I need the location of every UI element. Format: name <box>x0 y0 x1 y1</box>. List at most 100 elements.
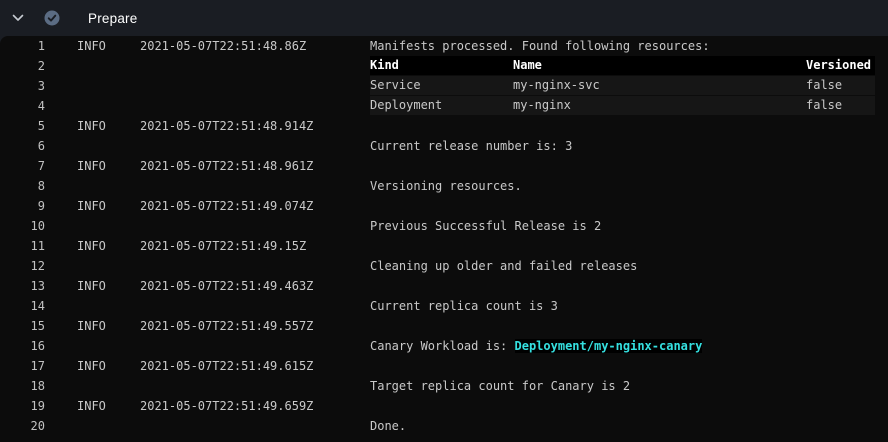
log-message <box>370 116 888 136</box>
log-timestamp: 2021-05-07T22:51:49.15Z <box>140 236 370 256</box>
resource-table-row: Service my-nginx-svc false <box>370 76 875 95</box>
log-level: INFO <box>77 396 140 416</box>
log-line: 14 Current replica count is 3 <box>0 296 888 316</box>
canary-workload-link[interactable]: Deployment/my-nginx-canary <box>515 339 703 353</box>
log-line: 3 Service my-nginx-svc false <box>0 76 888 96</box>
log-line: 17 INFO 2021-05-07T22:51:49.615Z <box>0 356 888 376</box>
log-level: INFO <box>77 356 140 376</box>
log-timestamp: 2021-05-07T22:51:49.659Z <box>140 396 370 416</box>
line-number[interactable]: 5 <box>0 116 45 136</box>
log-level: INFO <box>77 196 140 216</box>
log-timestamp: 2021-05-07T22:51:49.615Z <box>140 356 370 376</box>
name-header: Name <box>513 56 806 75</box>
log-line: 12 Cleaning up older and failed releases <box>0 256 888 276</box>
line-number[interactable]: 8 <box>0 176 45 196</box>
log-message-prefix: Canary Workload is: <box>370 339 515 353</box>
resource-table-row: Deployment my-nginx false <box>370 96 875 115</box>
log-message: Current replica count is 3 <box>370 296 888 316</box>
log-timestamp <box>140 336 370 356</box>
log-timestamp <box>140 256 370 276</box>
line-number[interactable]: 14 <box>0 296 45 316</box>
line-number[interactable]: 4 <box>0 96 45 116</box>
log-message: Current release number is: 3 <box>370 136 888 156</box>
log-level <box>77 136 140 156</box>
log-line: 19 INFO 2021-05-07T22:51:49.659Z <box>0 396 888 416</box>
log-message: Cleaning up older and failed releases <box>370 256 888 276</box>
log-timestamp <box>140 216 370 236</box>
log-message <box>370 316 888 336</box>
line-number[interactable]: 7 <box>0 156 45 176</box>
line-number[interactable]: 18 <box>0 376 45 396</box>
log-level: INFO <box>77 156 140 176</box>
kind-cell: Service <box>370 76 513 95</box>
versioned-header: Versioned <box>806 56 875 75</box>
line-number[interactable]: 19 <box>0 396 45 416</box>
log-level <box>77 376 140 396</box>
log-message <box>370 236 888 256</box>
log-line: 13 INFO 2021-05-07T22:51:49.463Z <box>0 276 888 296</box>
log-message: Versioning resources. <box>370 176 888 196</box>
log-level <box>77 216 140 236</box>
kind-header: Kind <box>370 56 513 75</box>
log-timestamp <box>140 176 370 196</box>
log-level <box>77 296 140 316</box>
line-number[interactable]: 9 <box>0 196 45 216</box>
kind-cell: Deployment <box>370 96 513 115</box>
log-line: 8 Versioning resources. <box>0 176 888 196</box>
log-timestamp: 2021-05-07T22:51:48.914Z <box>140 116 370 136</box>
log-console[interactable]: 1 INFO 2021-05-07T22:51:48.86Z Manifests… <box>0 36 888 442</box>
line-number[interactable]: 13 <box>0 276 45 296</box>
log-message <box>370 276 888 296</box>
log-timestamp <box>140 136 370 156</box>
log-line: 5 INFO 2021-05-07T22:51:48.914Z <box>0 116 888 136</box>
log-message: Previous Successful Release is 2 <box>370 216 888 236</box>
log-level <box>77 336 140 356</box>
line-number[interactable]: 3 <box>0 76 45 96</box>
line-number[interactable]: 15 <box>0 316 45 336</box>
log-line: 1 INFO 2021-05-07T22:51:48.86Z Manifests… <box>0 36 888 56</box>
check-circle-icon <box>44 10 60 26</box>
line-number[interactable]: 6 <box>0 136 45 156</box>
log-line: 18 Target replica count for Canary is 2 <box>0 376 888 396</box>
log-line: 16 Canary Workload is: Deployment/my-ngi… <box>0 336 888 356</box>
name-cell: my-nginx <box>513 96 806 115</box>
log-timestamp: 2021-05-07T22:51:49.074Z <box>140 196 370 216</box>
step-title: Prepare <box>88 11 137 26</box>
line-number[interactable]: 16 <box>0 336 45 356</box>
log-line: 4 Deployment my-nginx false <box>0 96 888 116</box>
log-timestamp <box>140 296 370 316</box>
log-timestamp <box>140 376 370 396</box>
log-line: 2 Kind Name Versioned <box>0 56 888 76</box>
log-line: 6 Current release number is: 3 <box>0 136 888 156</box>
line-number[interactable]: 11 <box>0 236 45 256</box>
log-message <box>370 196 888 216</box>
line-number[interactable]: 2 <box>0 56 45 76</box>
log-line: 20 Done. <box>0 416 888 436</box>
log-level <box>77 416 140 436</box>
log-message: Manifests processed. Found following res… <box>370 36 888 56</box>
versioned-cell: false <box>806 76 875 95</box>
log-message <box>370 356 888 376</box>
log-level: INFO <box>77 276 140 296</box>
log-level: INFO <box>77 316 140 336</box>
log-level <box>77 256 140 276</box>
line-number[interactable]: 1 <box>0 36 45 56</box>
log-timestamp: 2021-05-07T22:51:49.463Z <box>140 276 370 296</box>
name-cell: my-nginx-svc <box>513 76 806 95</box>
log-message <box>370 396 888 416</box>
line-number[interactable]: 20 <box>0 416 45 436</box>
log-line: 11 INFO 2021-05-07T22:51:49.15Z <box>0 236 888 256</box>
log-message: Canary Workload is: Deployment/my-nginx-… <box>370 336 888 356</box>
line-number[interactable]: 12 <box>0 256 45 276</box>
log-timestamp: 2021-05-07T22:51:48.961Z <box>140 156 370 176</box>
log-message: Done. <box>370 416 888 436</box>
line-number[interactable]: 17 <box>0 356 45 376</box>
step-header[interactable]: Prepare <box>0 0 888 36</box>
chevron-down-icon[interactable] <box>8 8 28 28</box>
log-level: INFO <box>77 36 140 56</box>
line-number[interactable]: 10 <box>0 216 45 236</box>
resource-table-header-row: Kind Name Versioned <box>370 56 875 75</box>
log-message <box>370 156 888 176</box>
versioned-cell: false <box>806 96 875 115</box>
log-line: 10 Previous Successful Release is 2 <box>0 216 888 236</box>
